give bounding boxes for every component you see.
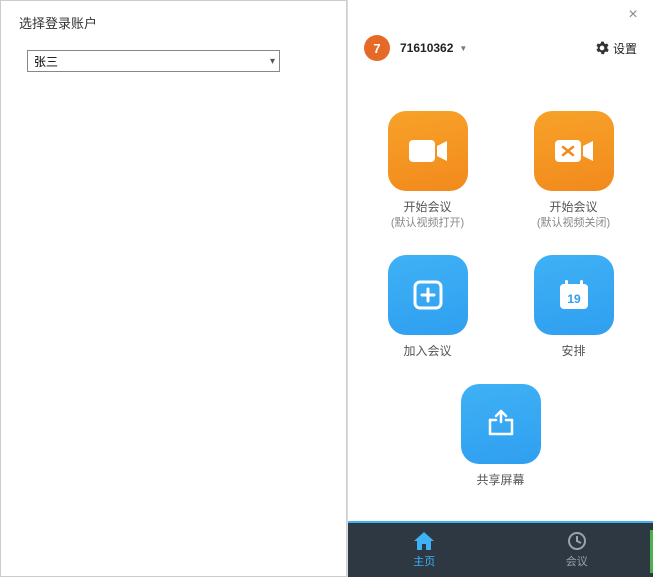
user-menu[interactable]: 7 71610362 ▼ xyxy=(364,35,467,61)
tile-row-1: 开始会议 (默认视频打开) 开始会议 (默认视频关闭) xyxy=(373,111,629,231)
nav-home[interactable]: 主页 xyxy=(348,523,501,577)
gear-icon xyxy=(595,41,609,55)
video-on-icon xyxy=(388,111,468,191)
start-meeting-video-on-button[interactable]: 开始会议 (默认视频打开) xyxy=(373,111,483,231)
caret-down-icon: ▼ xyxy=(459,44,467,53)
start-meeting-video-off-button[interactable]: 开始会议 (默认视频关闭) xyxy=(519,111,629,231)
clock-icon xyxy=(567,531,587,551)
account-selected-value: 张三 xyxy=(34,53,58,70)
user-id-label: 71610362 ▼ xyxy=(400,41,467,55)
login-account-panel: 选择登录账户 张三 ▾ xyxy=(0,0,347,577)
close-button[interactable]: × xyxy=(621,3,645,27)
chevron-down-icon: ▾ xyxy=(270,56,275,67)
tile-row-2: 加入会议 19 安排 xyxy=(373,255,629,360)
share-screen-button[interactable]: 共享屏幕 xyxy=(446,384,556,489)
close-icon: × xyxy=(628,6,637,24)
avatar: 7 xyxy=(364,35,390,61)
schedule-button[interactable]: 19 安排 xyxy=(519,255,629,360)
header: 7 71610362 ▼ 设置 xyxy=(348,30,653,66)
account-select[interactable]: 张三 ▾ xyxy=(27,50,280,72)
nav-meetings[interactable]: 会议 xyxy=(501,523,653,577)
main-app-window: × 7 71610362 ▼ 设置 xyxy=(347,0,653,577)
plus-icon xyxy=(388,255,468,335)
video-off-icon xyxy=(534,111,614,191)
tile-row-3: 共享屏幕 xyxy=(446,384,556,489)
share-icon xyxy=(461,384,541,464)
tiles-area: 开始会议 (默认视频打开) 开始会议 (默认视频关闭) xyxy=(348,66,653,521)
bottom-nav: 主页 会议 xyxy=(348,521,653,577)
calendar-icon: 19 xyxy=(534,255,614,335)
settings-label: 设置 xyxy=(613,40,637,57)
svg-text:19: 19 xyxy=(567,292,581,306)
home-icon xyxy=(413,531,435,551)
titlebar: × xyxy=(348,0,653,30)
join-meeting-button[interactable]: 加入会议 xyxy=(373,255,483,360)
settings-button[interactable]: 设置 xyxy=(595,40,637,57)
login-account-title: 选择登录账户 xyxy=(19,13,328,32)
